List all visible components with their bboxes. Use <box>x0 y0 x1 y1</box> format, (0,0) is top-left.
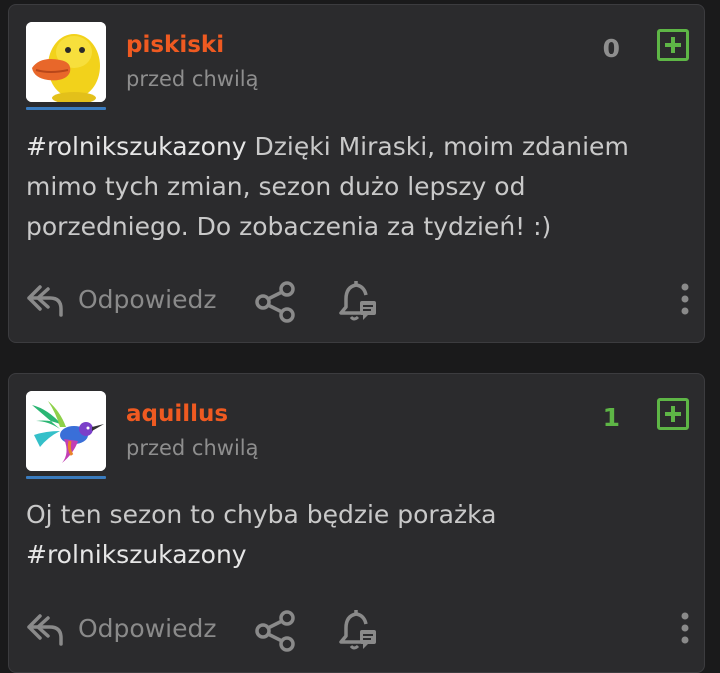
post-actions: Odpowiedz <box>26 279 690 323</box>
reply-icon[interactable] <box>26 283 64 319</box>
username[interactable]: aquillus <box>126 401 228 427</box>
post-text: Oj ten sezon to chyba będzie porażka <box>26 500 497 529</box>
hummingbird-avatar-icon <box>26 391 106 471</box>
more-options-icon[interactable] <box>680 610 690 650</box>
post-card: piskiski przed chwilą 0 #rolnikszukazony… <box>8 4 705 343</box>
reply-button[interactable]: Odpowiedz <box>78 285 216 314</box>
avatar[interactable] <box>26 22 106 110</box>
post-card: aquillus przed chwilą 1 Oj ten sezon to … <box>8 373 705 673</box>
reply-button[interactable]: Odpowiedz <box>78 614 216 643</box>
username[interactable]: piskiski <box>126 32 224 58</box>
share-icon[interactable] <box>254 281 296 323</box>
upvote-button[interactable] <box>657 29 689 61</box>
avatar[interactable] <box>26 391 106 479</box>
timestamp[interactable]: przed chwilą <box>126 67 258 91</box>
vote-score: 1 <box>602 403 620 432</box>
share-icon[interactable] <box>254 610 296 652</box>
notify-bell-icon[interactable] <box>338 279 378 323</box>
reply-icon[interactable] <box>26 612 64 648</box>
upvote-button[interactable] <box>657 398 689 430</box>
avatar-underline <box>26 107 106 110</box>
vote-score: 0 <box>602 34 620 63</box>
notify-bell-icon[interactable] <box>338 608 378 652</box>
avatar-underline <box>26 476 106 479</box>
timestamp[interactable]: przed chwilą <box>126 436 258 460</box>
post-body: #rolnikszukazony Dzięki Miraski, moim zd… <box>26 127 684 247</box>
hashtag-link[interactable]: #rolnikszukazony <box>26 540 247 569</box>
post-actions: Odpowiedz <box>26 608 690 652</box>
post-body: Oj ten sezon to chyba będzie porażka #ro… <box>26 495 684 575</box>
duck-avatar-icon <box>26 22 106 102</box>
more-options-icon[interactable] <box>680 281 690 321</box>
hashtag-link[interactable]: #rolnikszukazony <box>26 132 247 161</box>
